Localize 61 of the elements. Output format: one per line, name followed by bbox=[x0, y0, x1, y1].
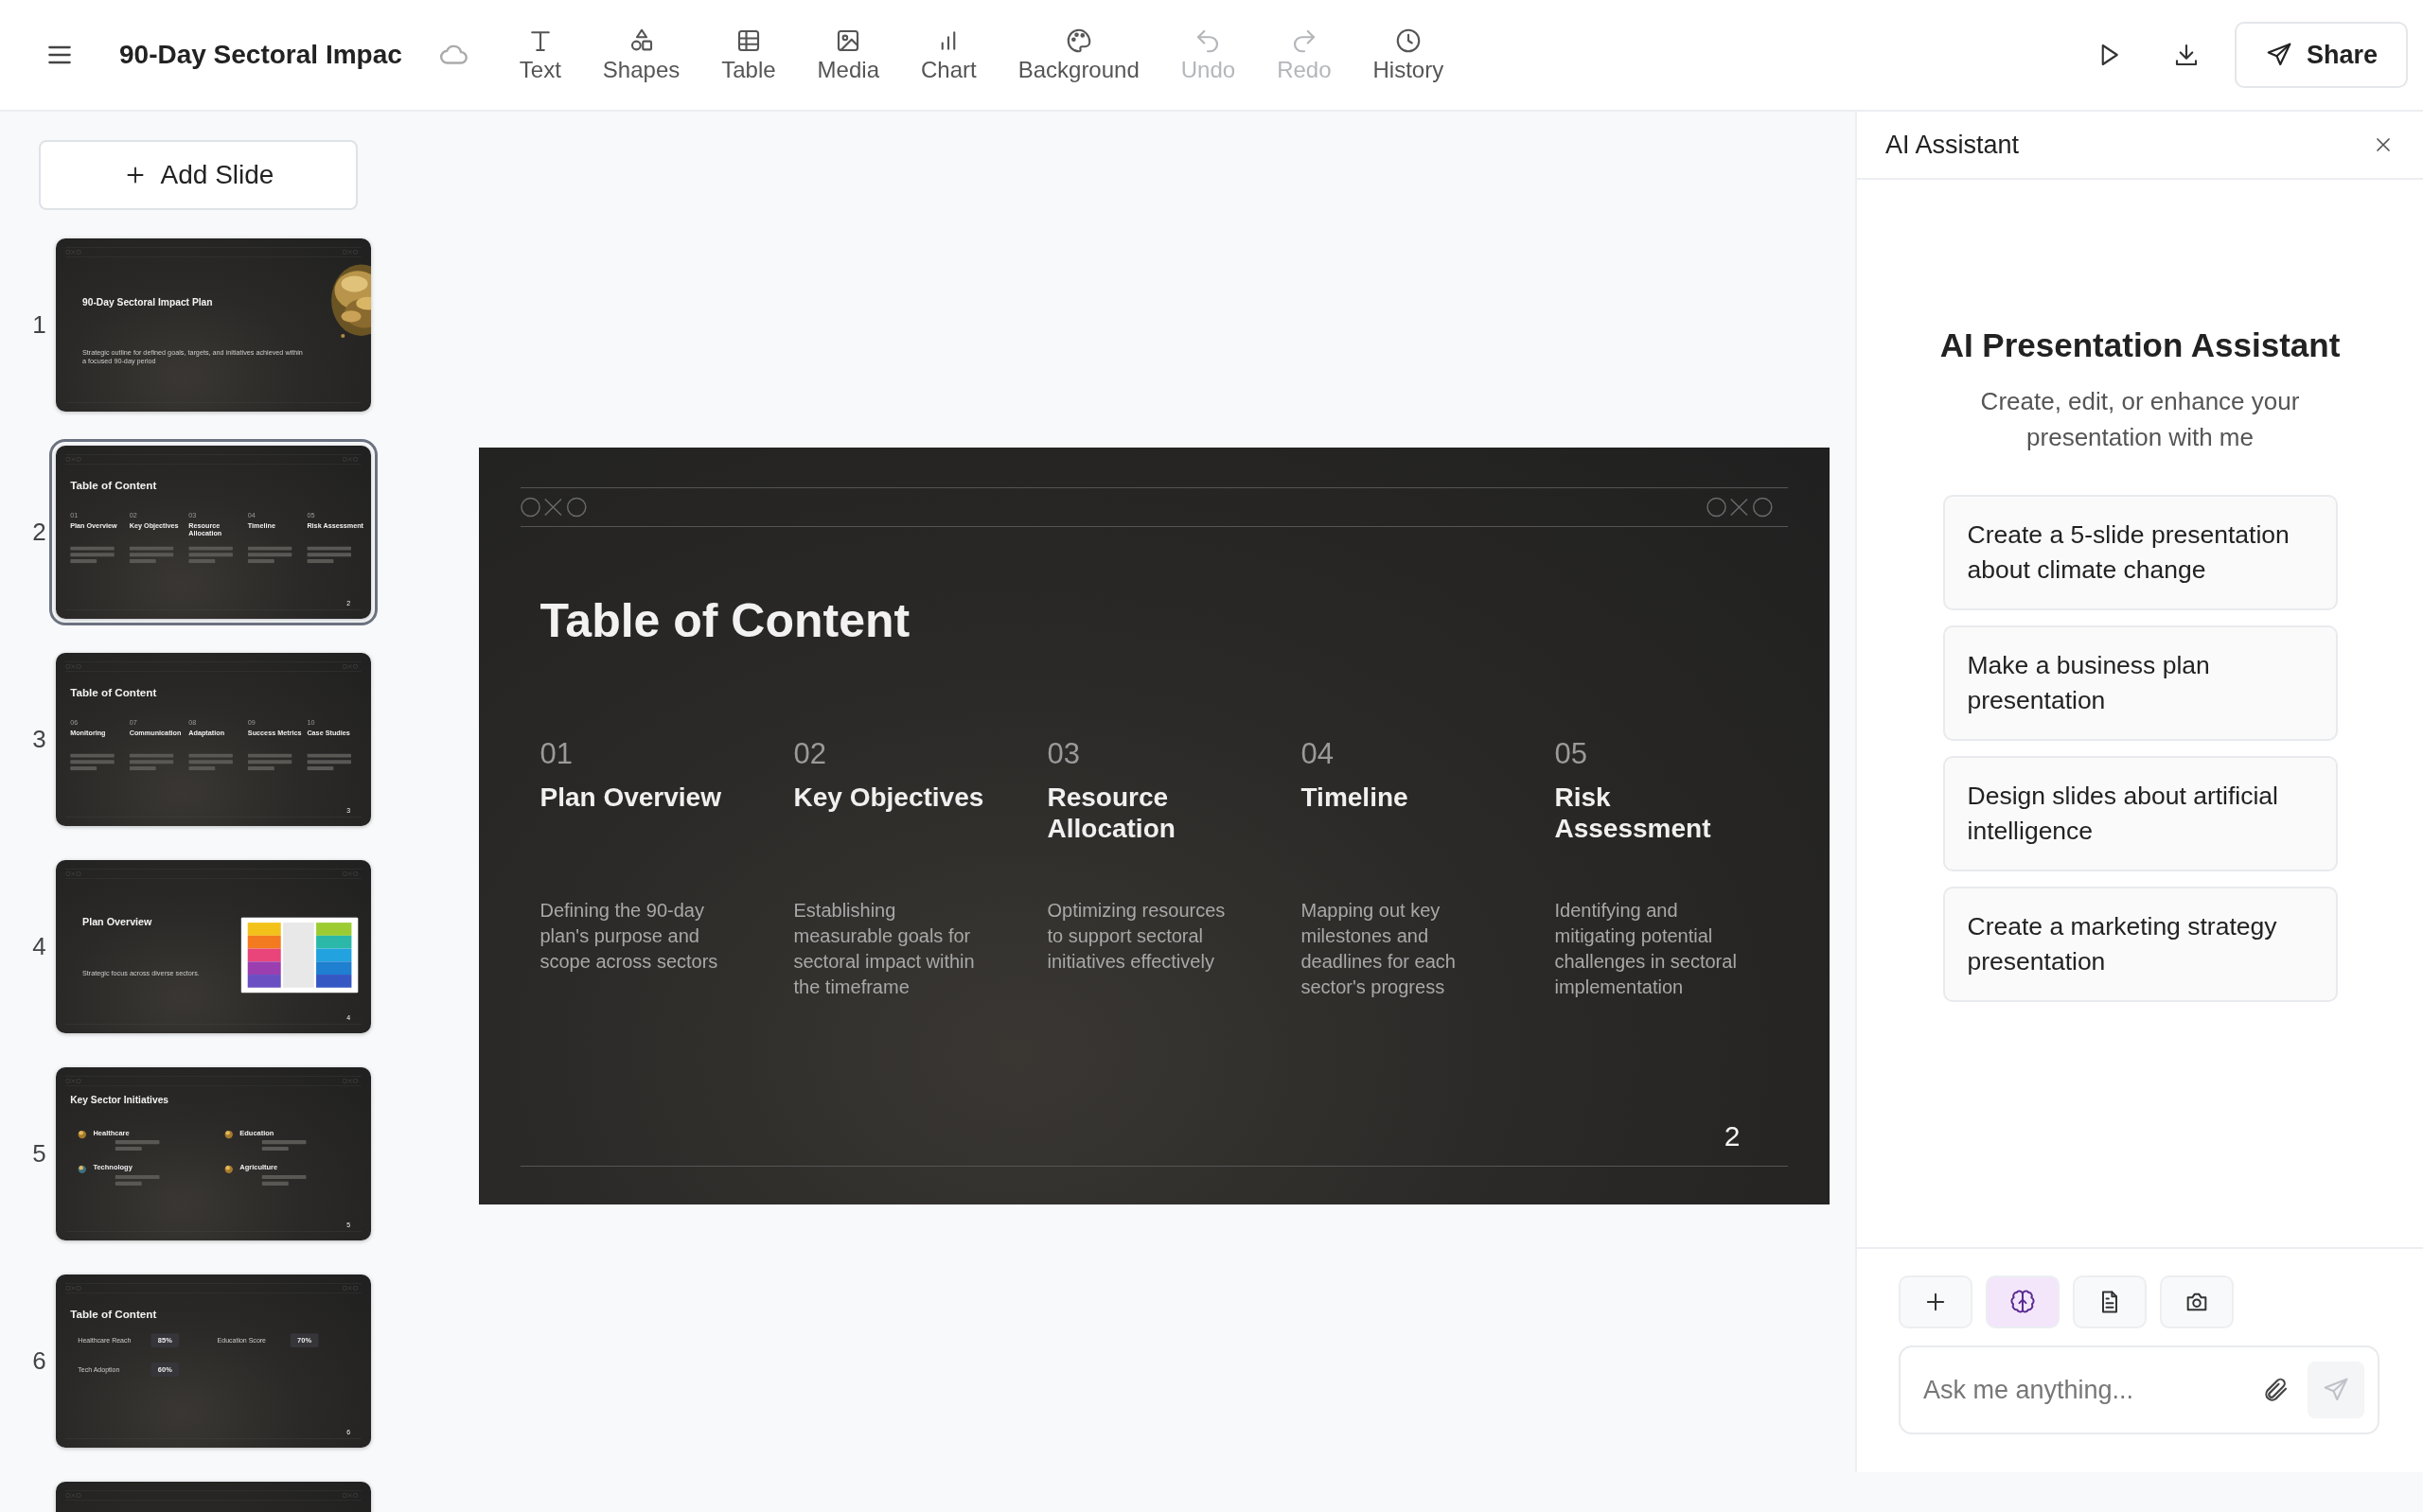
section-number: 02 bbox=[793, 738, 827, 770]
text-lines-drawing bbox=[129, 546, 174, 564]
text-lines-drawing bbox=[129, 753, 174, 771]
section-description: Identifying and mitigating potential challenges in sectoral implementation bbox=[1554, 899, 1738, 999]
slide-number: 5 bbox=[32, 1139, 46, 1168]
page-number: 2 bbox=[1724, 1120, 1741, 1152]
slide-title: Table of Content bbox=[70, 686, 158, 699]
slide-number: 2 bbox=[32, 518, 46, 546]
section-title: Resource Allocation bbox=[1047, 782, 1176, 844]
section-number: 04 bbox=[1300, 738, 1335, 770]
toolbar-button[interactable]: Table bbox=[702, 21, 795, 89]
slide-title: Key Sector Initiatives bbox=[70, 1094, 170, 1105]
share-button[interactable]: Share bbox=[2234, 22, 2408, 88]
section-description: Establishing measurable goals for sectoral impact within the timeframe bbox=[793, 899, 976, 999]
slide-title: 90-Day Sectoral Impact Plan bbox=[82, 296, 214, 308]
text-lines-drawing bbox=[70, 546, 115, 564]
section-description: Optimizing resources to support sectoral initiatives effectively bbox=[1047, 899, 1227, 974]
text-lines-drawing bbox=[70, 753, 115, 771]
slide-title: Plan Overview bbox=[82, 916, 153, 928]
toolbar-button[interactable]: Media bbox=[798, 21, 898, 89]
assistant-heading: AI Presentation Assistant bbox=[1939, 326, 2341, 364]
document-title[interactable]: 90-Day Sectoral Impac bbox=[119, 40, 402, 70]
slide-number: 3 bbox=[32, 725, 46, 753]
suggestion-button[interactable]: Create a 5-slide presentation about climate change bbox=[1942, 495, 2338, 610]
slide-canvas[interactable] bbox=[478, 448, 1830, 1204]
slide-number: 6 bbox=[32, 1346, 46, 1375]
text-lines-drawing bbox=[307, 546, 352, 564]
slide-title: Table of Content bbox=[539, 593, 911, 648]
assistant-subtitle: Create, edit, or enhance your presentation with me bbox=[1979, 386, 2301, 453]
section-number: 03 bbox=[1047, 738, 1081, 770]
add-slide-button[interactable]: Add Slide bbox=[39, 140, 358, 210]
slide-title: Table of Content bbox=[70, 1308, 158, 1321]
toolbar-button[interactable]: History bbox=[1353, 21, 1463, 89]
suggestion-button[interactable]: Design slides about artificial intelligence bbox=[1942, 756, 2338, 871]
section-title: Plan Overview bbox=[539, 782, 722, 814]
toolbar-button[interactable]: Background bbox=[999, 21, 1158, 89]
section-description: Mapping out key milestones and deadlines for each sector's progress bbox=[1300, 899, 1457, 999]
toolbar-button[interactable]: Shapes bbox=[583, 21, 699, 89]
text-lines-drawing bbox=[247, 546, 292, 564]
assistant-tool-button[interactable] bbox=[2073, 1275, 2147, 1328]
slide-number: 4 bbox=[32, 932, 46, 960]
slide-title: Table of Content bbox=[70, 479, 158, 492]
text-lines-drawing bbox=[307, 753, 352, 771]
section-description: Defining the 90-day plan's purpose and scope across sectors bbox=[539, 899, 719, 974]
section-title: Risk Assessment bbox=[1554, 782, 1712, 844]
assistant-tool-button[interactable] bbox=[1986, 1275, 2060, 1328]
toolbar-button[interactable]: Chart bbox=[902, 21, 996, 89]
brain-icon bbox=[2009, 1289, 2036, 1315]
section-title: Timeline bbox=[1300, 782, 1409, 814]
slide-number: 1 bbox=[32, 310, 46, 339]
section-number: 05 bbox=[1554, 738, 1588, 770]
suggestion-button[interactable]: Create a marketing strategy presentation bbox=[1942, 887, 2338, 1002]
text-lines-drawing bbox=[247, 753, 292, 771]
suggestion-button[interactable]: Make a business plan presentation bbox=[1942, 625, 2338, 741]
section-title: Key Objectives bbox=[793, 782, 985, 814]
text-lines-drawing bbox=[188, 546, 233, 564]
assistant-tool-button[interactable] bbox=[2160, 1275, 2234, 1328]
toolbar-button[interactable]: Text bbox=[500, 21, 580, 89]
text-lines-drawing bbox=[188, 753, 233, 771]
panel-title: AI Assistant bbox=[1885, 130, 2020, 160]
section-number: 01 bbox=[539, 738, 574, 770]
